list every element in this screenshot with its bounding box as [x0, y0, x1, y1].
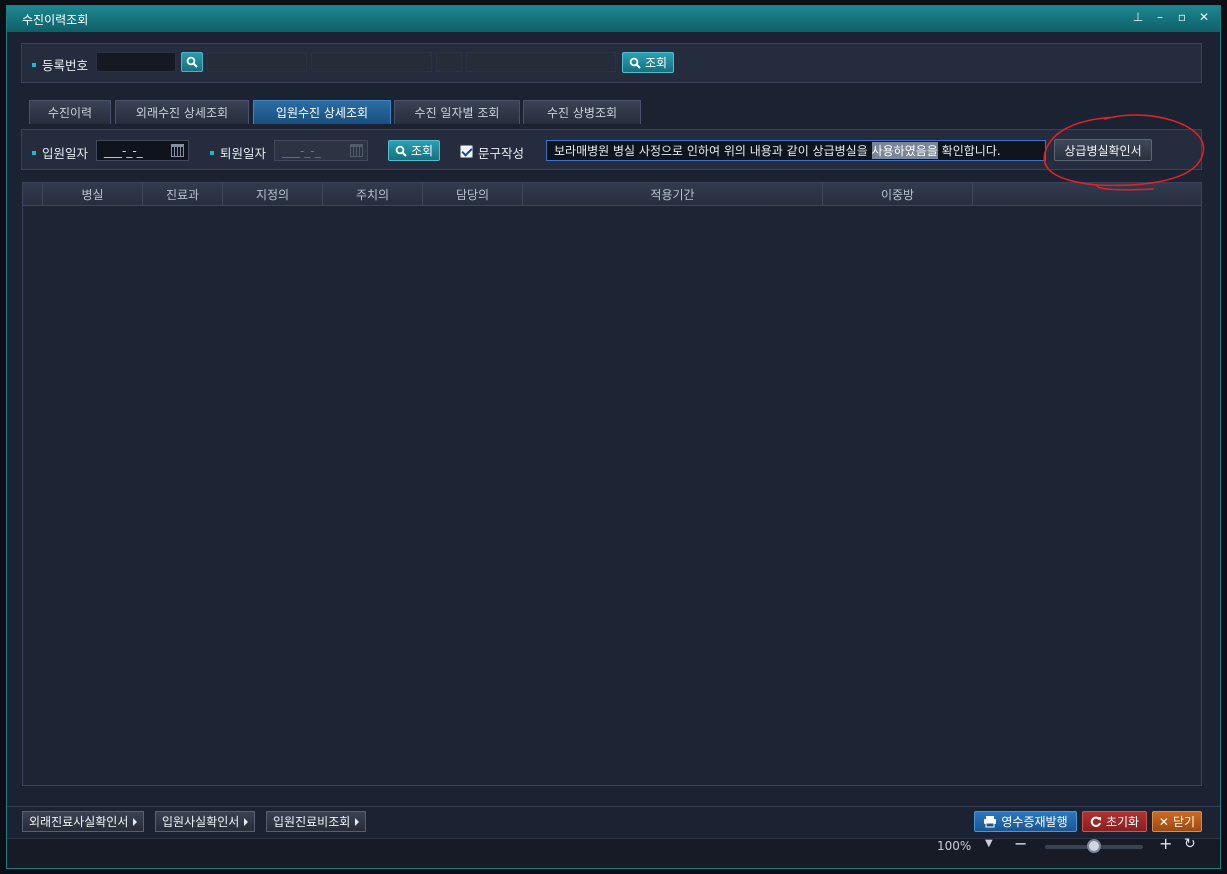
- reg-number-input[interactable]: [96, 52, 176, 72]
- tab-diagnosis[interactable]: 수진 상병조회: [523, 100, 641, 124]
- patient-name-field: [207, 52, 307, 72]
- patient-info-field: [311, 52, 432, 72]
- refresh-icon: [1090, 816, 1101, 827]
- printer-icon: [984, 816, 997, 828]
- tab-by-date[interactable]: 수진 일자별 조회: [394, 100, 520, 124]
- main-window: 수진이력조회 ⊥ – ▫ ✕ 등록번호 조회 수진이력 외래수진 상세조회 입원…: [6, 5, 1221, 869]
- zoom-in-icon[interactable]: +: [1159, 834, 1172, 853]
- calendar-icon[interactable]: [350, 144, 363, 157]
- tab-outpatient-detail[interactable]: 외래수진 상세조회: [115, 100, 249, 124]
- maximize-icon[interactable]: ▫: [1176, 10, 1188, 24]
- zoom-level[interactable]: 100%: [937, 839, 971, 853]
- col-header-double-room[interactable]: 이중방: [823, 183, 973, 206]
- col-header-designated-doctor[interactable]: 지정의: [223, 183, 323, 206]
- reg-number-label: 등록번호: [32, 55, 88, 74]
- zoom-reset-icon[interactable]: ↻: [1184, 836, 1196, 852]
- phrase-selection: 사용하였음을: [871, 142, 938, 159]
- receipt-reissue-button[interactable]: 영수증재발행: [974, 811, 1077, 832]
- col-header-attending-doctor[interactable]: 주치의: [323, 183, 423, 206]
- minimize-icon[interactable]: –: [1154, 10, 1166, 24]
- reg-search-button[interactable]: [181, 52, 203, 72]
- bullet-icon: [210, 150, 214, 155]
- chevron-down-icon[interactable]: ▼: [985, 838, 993, 849]
- tab-history[interactable]: 수진이력: [29, 100, 111, 124]
- inpatient-fee-button[interactable]: 입원진료비조회: [266, 811, 367, 832]
- col-header-blank: [23, 183, 43, 206]
- admit-date-label: 입원일자: [32, 143, 88, 162]
- arrow-right-icon: [355, 817, 360, 826]
- search-icon: [395, 145, 407, 157]
- arrow-right-icon: [133, 817, 138, 826]
- window-title: 수진이력조회: [22, 12, 89, 27]
- calendar-icon[interactable]: [171, 144, 184, 157]
- window-controls: ⊥ – ▫ ✕: [1132, 10, 1210, 24]
- col-header-charge-doctor[interactable]: 담당의: [423, 183, 523, 206]
- col-header-room[interactable]: 병실: [43, 183, 143, 206]
- zoom-slider-thumb[interactable]: [1087, 839, 1101, 853]
- inpatient-cert-button[interactable]: 입원사실확인서: [155, 811, 256, 832]
- phrase-check-label: 문구작성: [478, 146, 525, 161]
- bullet-icon: [32, 150, 36, 155]
- bullet-icon: [32, 62, 36, 67]
- tab-inpatient-detail[interactable]: 입원수진 상세조회: [253, 100, 391, 124]
- upper-room-confirm-button[interactable]: 상급병실확인서: [1054, 139, 1152, 161]
- discharge-date-input[interactable]: ___-_-_: [274, 140, 368, 161]
- outpatient-cert-button[interactable]: 외래진료사실확인서: [22, 811, 145, 832]
- close-icon: ✕: [1158, 814, 1169, 829]
- grid-header: 병실 진료과 지정의 주치의 담당의 적용기간 이중방: [23, 183, 1201, 206]
- filter-query-button[interactable]: 조회: [388, 140, 440, 161]
- arrow-right-icon: [244, 817, 249, 826]
- search-icon: [629, 57, 641, 69]
- phrase-checkbox[interactable]: [460, 145, 473, 158]
- admit-date-input[interactable]: ___-_-_: [96, 140, 189, 161]
- phrase-input[interactable]: 보라매병원 병실 사정으로 인하여 위의 내용과 같이 상급병실을 사용하였음을…: [546, 140, 1046, 161]
- search-icon: [186, 56, 198, 68]
- room-grid[interactable]: 병실 진료과 지정의 주치의 담당의 적용기간 이중방: [22, 182, 1202, 786]
- col-header-dept[interactable]: 진료과: [143, 183, 223, 206]
- close-button[interactable]: ✕ 닫기: [1152, 811, 1202, 832]
- pin-icon[interactable]: ⊥: [1132, 10, 1144, 24]
- patient-sex-field: [436, 52, 462, 72]
- top-query-button[interactable]: 조회: [622, 52, 674, 73]
- title-bar: 수진이력조회 ⊥ – ▫ ✕: [7, 6, 1220, 32]
- close-icon[interactable]: ✕: [1198, 10, 1210, 24]
- status-bar: [7, 838, 1220, 868]
- reset-button[interactable]: 초기화: [1082, 811, 1147, 832]
- zoom-out-icon[interactable]: −: [1014, 834, 1027, 853]
- col-header-period[interactable]: 적용기간: [523, 183, 823, 206]
- discharge-date-label: 퇴원일자: [210, 143, 266, 162]
- patient-extra-field: [466, 52, 616, 72]
